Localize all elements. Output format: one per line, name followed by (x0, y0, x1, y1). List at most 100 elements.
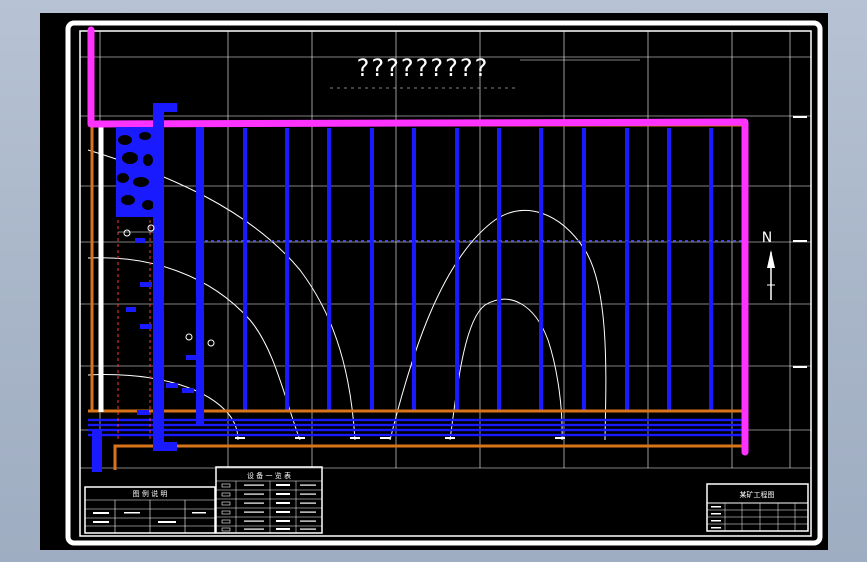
rock (133, 177, 149, 187)
level-dot (715, 240, 718, 242)
level-dot (313, 240, 316, 242)
main-shaft (153, 103, 164, 450)
rock (117, 173, 129, 183)
well-line (625, 128, 629, 410)
level-dot (415, 240, 418, 242)
equipment-symbol (276, 528, 290, 530)
level-dot (613, 240, 616, 242)
level-dot (703, 240, 706, 242)
level-dot (727, 240, 730, 242)
level-dot (229, 240, 232, 242)
level-dot (691, 240, 694, 242)
equipment-text-mark (300, 528, 316, 530)
level-dot (493, 240, 496, 242)
level-dot (355, 240, 358, 242)
pipe-marker (235, 437, 245, 439)
pipe-marker (555, 437, 565, 439)
level-dot (481, 240, 484, 242)
level-dot (469, 240, 472, 242)
level-dot (319, 240, 322, 242)
title-block-text-mark (711, 527, 721, 529)
well-line (370, 128, 374, 410)
station-symbol (186, 355, 198, 360)
level-dot (247, 240, 250, 242)
cad-drawing: ????????? N 图 例 说 明 设 备 一 览 表 某矿工程图 (40, 13, 828, 550)
pipe-marker (445, 437, 455, 439)
level-dot (589, 240, 592, 242)
shaft-cap-top (153, 103, 177, 112)
level-dot (607, 240, 610, 242)
level-dot (601, 240, 604, 242)
level-dot (529, 240, 532, 242)
level-dot (565, 240, 568, 242)
title-block-text-mark (711, 520, 721, 522)
title-block-label: 某矿工程图 (740, 490, 775, 499)
station-symbol (140, 282, 152, 287)
station-symbol (166, 383, 178, 388)
level-dot (679, 240, 682, 242)
rock (142, 200, 154, 210)
equipment-symbol (276, 511, 290, 513)
level-dot (211, 240, 214, 242)
edge-label (793, 116, 807, 118)
level-dot (301, 240, 304, 242)
level-dot (685, 240, 688, 242)
level-dot (271, 240, 274, 242)
level-dot (583, 240, 586, 242)
level-dot (559, 240, 562, 242)
level-dot (451, 240, 454, 242)
collector-pipe (88, 418, 746, 422)
level-dot (223, 240, 226, 242)
level-dot (553, 240, 556, 242)
well-line (243, 128, 247, 410)
equipment-symbol (276, 502, 290, 504)
level-dot (571, 240, 574, 242)
level-dot (373, 240, 376, 242)
level-dot (337, 240, 340, 242)
equipment-text-mark (244, 502, 264, 504)
level-dot (325, 240, 328, 242)
equipment-text-mark (300, 511, 316, 513)
level-dot (637, 240, 640, 242)
cad-viewport[interactable]: ????????? N 图 例 说 明 设 备 一 览 表 某矿工程图 (0, 0, 867, 562)
level-dot (643, 240, 646, 242)
level-dot (511, 240, 514, 242)
level-dot (283, 240, 286, 242)
well-line (455, 128, 459, 410)
pipe-marker (380, 437, 390, 439)
drawing-title: ????????? (357, 54, 490, 82)
shaft-cap-bottom (153, 442, 177, 451)
rock (143, 154, 153, 166)
level-dot (595, 240, 598, 242)
well-line (667, 128, 671, 410)
level-dot (535, 240, 538, 242)
equipment-text-mark (244, 484, 264, 486)
well-line (412, 128, 416, 410)
title-block-text-mark (711, 506, 721, 508)
level-dot (709, 240, 712, 242)
well-line (582, 128, 586, 410)
level-dot (397, 240, 400, 242)
north-label: N (762, 230, 772, 246)
rock (122, 152, 138, 164)
rock (118, 135, 132, 145)
level-dot (361, 240, 364, 242)
station-symbol (140, 324, 152, 329)
level-dot (421, 240, 424, 242)
equipment-symbol (276, 520, 290, 522)
equipment-table-title: 设 备 一 览 表 (247, 471, 291, 480)
collector-pipe (88, 428, 746, 432)
level-dot (253, 240, 256, 242)
station-symbol (135, 238, 145, 243)
collector-pipe (88, 433, 746, 437)
well-line (539, 128, 543, 410)
level-dot (661, 240, 664, 242)
level-dot (265, 240, 268, 242)
legend-mark (93, 512, 109, 514)
level-dot (205, 240, 208, 242)
level-dot (733, 240, 736, 242)
equipment-text-mark (300, 520, 316, 522)
level-dot (295, 240, 298, 242)
level-dot (289, 240, 292, 242)
level-dot (541, 240, 544, 242)
